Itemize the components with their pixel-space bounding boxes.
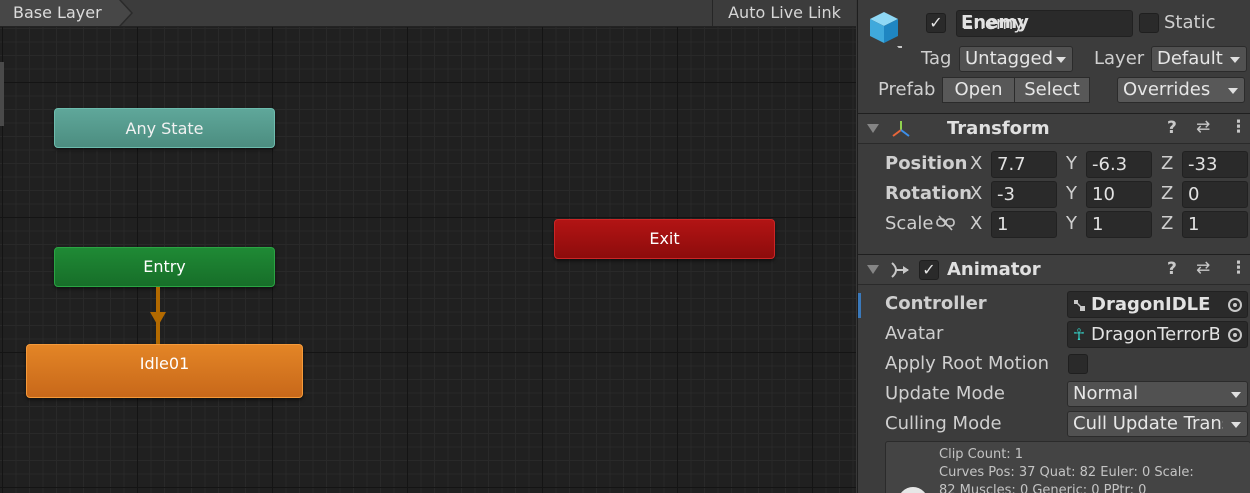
rotation-y-label[interactable]: Y	[1066, 183, 1077, 204]
animator-enabled-checkbox[interactable]: ✓	[919, 260, 939, 280]
controller-value: DragonIDLE	[1091, 294, 1211, 315]
culling-mode-value: Cull Update Trans	[1073, 413, 1223, 434]
position-label: Position	[885, 153, 968, 174]
controller-field[interactable]: DragonIDLE	[1067, 291, 1248, 318]
culling-mode-label: Culling Mode	[885, 413, 1002, 434]
object-active-checkbox[interactable]: ✓	[926, 13, 946, 33]
tag-dropdown[interactable]: Untagged	[959, 46, 1073, 72]
scale-label: Scale	[885, 213, 934, 234]
position-y-label[interactable]: Y	[1066, 153, 1077, 174]
animator-icon	[891, 262, 909, 278]
foldout-arrow-icon[interactable]	[867, 124, 879, 133]
object-name-text: Enemy	[961, 12, 1029, 33]
help-icon[interactable]: ?	[1167, 259, 1177, 279]
animator-info-box: Clip Count: 1 Curves Pos: 37 Quat: 82 Eu…	[885, 441, 1250, 493]
transition-arrow-icon[interactable]	[150, 312, 166, 326]
avatar-icon: ☥	[1073, 325, 1085, 344]
overrides-dropdown[interactable]: Overrides	[1117, 77, 1245, 103]
rotation-y-field[interactable]: 10	[1086, 181, 1152, 208]
scale-z-label[interactable]: Z	[1161, 213, 1173, 234]
graph-scroll-edge	[0, 62, 4, 126]
inspector-panel: ✓ Enemy Enemy Static Tag Untagged Layer …	[857, 0, 1250, 493]
foldout-arrow-icon[interactable]	[867, 265, 879, 274]
position-z-field[interactable]: -33	[1182, 151, 1248, 178]
state-entry[interactable]: Entry	[54, 247, 275, 287]
prefab-label: Prefab	[878, 79, 936, 100]
breadcrumb-base-layer[interactable]: Base Layer	[0, 0, 132, 26]
rotation-x-field[interactable]: -3	[991, 181, 1057, 208]
animator-graph[interactable]: Base Layer Auto Live Link Any State Entr…	[0, 0, 856, 493]
transform-axes-icon	[892, 121, 910, 137]
update-mode-value: Normal	[1073, 383, 1139, 404]
more-options-icon[interactable]: ⋮	[1230, 258, 1247, 278]
object-picker-icon[interactable]	[1228, 328, 1242, 342]
apply-root-motion-label: Apply Root Motion	[885, 353, 1050, 374]
position-x-field[interactable]: 7.7	[991, 151, 1057, 178]
layer-label: Layer	[1094, 48, 1145, 69]
info-clip-count: Clip Count: 1	[939, 447, 1024, 462]
transform-header[interactable]: Transform ? ⇄ ⋮	[858, 113, 1250, 144]
chevron-down-icon	[1228, 88, 1238, 94]
rotation-x-label[interactable]: X	[970, 183, 982, 204]
info-icon	[898, 487, 928, 493]
auto-live-link-toggle[interactable]: Auto Live Link	[712, 0, 856, 26]
more-options-icon[interactable]: ⋮	[1230, 117, 1247, 137]
tag-value: Untagged	[965, 48, 1054, 69]
scale-x-field[interactable]: 1	[991, 211, 1057, 238]
tag-label: Tag	[921, 48, 952, 69]
animator-title: Animator	[947, 259, 1041, 280]
chevron-down-icon	[1230, 57, 1240, 63]
animator-header[interactable]: ✓ Animator ? ⇄ ⋮	[858, 254, 1250, 285]
rotation-z-label[interactable]: Z	[1161, 183, 1173, 204]
help-icon[interactable]: ?	[1167, 118, 1177, 138]
object-picker-icon[interactable]	[1228, 298, 1242, 312]
scale-x-label[interactable]: X	[970, 213, 982, 234]
animator-controller-icon	[1074, 300, 1085, 311]
layer-value: Default	[1157, 48, 1223, 69]
cube-icon	[870, 12, 902, 48]
transform-title: Transform	[947, 118, 1050, 139]
avatar-value: DragonTerrorB	[1091, 324, 1219, 345]
position-x-label[interactable]: X	[970, 153, 982, 174]
chevron-down-icon	[1231, 422, 1241, 428]
controller-label: Controller	[885, 293, 987, 314]
culling-mode-dropdown[interactable]: Cull Update Trans	[1067, 411, 1248, 437]
info-muscles: 82 Muscles: 0 Generic: 0 PPtr: 0	[939, 483, 1147, 493]
state-exit[interactable]: Exit	[554, 219, 775, 259]
constrain-proportions-icon[interactable]	[936, 215, 956, 231]
scale-y-field[interactable]: 1	[1086, 211, 1152, 238]
rotation-label: Rotation	[885, 183, 972, 204]
static-label: Static	[1164, 12, 1216, 33]
update-mode-label: Update Mode	[885, 383, 1005, 404]
graph-toolbar: Base Layer Auto Live Link	[0, 0, 856, 27]
layer-dropdown[interactable]: Default	[1151, 46, 1247, 72]
chevron-down-icon	[1231, 392, 1241, 398]
prefab-open-button[interactable]: Open	[942, 77, 1015, 103]
modified-indicator	[858, 293, 861, 318]
state-any-state[interactable]: Any State	[54, 108, 275, 148]
apply-root-motion-checkbox[interactable]	[1068, 354, 1088, 374]
info-curves: Curves Pos: 37 Quat: 82 Euler: 0 Scale:	[939, 465, 1194, 480]
avatar-label: Avatar	[885, 323, 944, 344]
presets-icon[interactable]: ⇄	[1196, 258, 1210, 278]
chevron-down-icon	[1056, 57, 1066, 63]
position-y-field[interactable]: -6.3	[1086, 151, 1152, 178]
update-mode-dropdown[interactable]: Normal	[1067, 381, 1248, 407]
state-idle01[interactable]: Idle01	[26, 344, 303, 398]
presets-icon[interactable]: ⇄	[1196, 117, 1210, 137]
scale-z-field[interactable]: 1	[1182, 211, 1248, 238]
rotation-z-field[interactable]: 0	[1182, 181, 1248, 208]
overrides-label: Overrides	[1123, 79, 1211, 100]
prefab-select-button[interactable]: Select	[1014, 77, 1090, 103]
static-checkbox[interactable]	[1139, 13, 1159, 33]
position-z-label[interactable]: Z	[1161, 153, 1173, 174]
avatar-field[interactable]: ☥ DragonTerrorB	[1067, 321, 1248, 348]
scale-y-label[interactable]: Y	[1066, 213, 1077, 234]
